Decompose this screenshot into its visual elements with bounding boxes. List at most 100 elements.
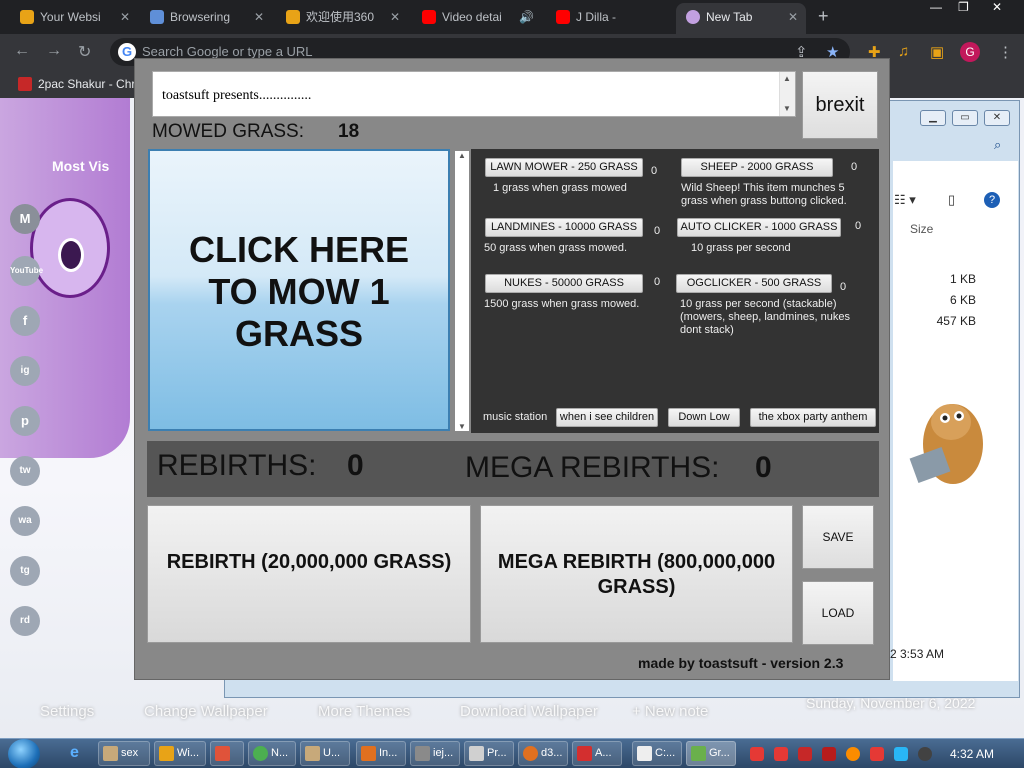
buy-lawn-mower-button[interactable]: LAWN MOWER - 250 GRASS [485,158,643,177]
clock[interactable]: 4:32 AM [950,747,994,761]
taskbar-item[interactable]: iej... [410,741,460,766]
browser-tab-1[interactable]: Your Websi ✕ [10,3,138,34]
app-icon [415,746,430,761]
taskbar-item[interactable]: A... [572,741,622,766]
bookmark-item[interactable]: 2pac Shakur - Chro [18,77,142,91]
close-icon[interactable]: ✕ [120,3,130,31]
scroll-up-icon[interactable]: ▲ [458,151,466,160]
twitter-icon[interactable]: tw [10,456,40,486]
whatsapp-icon[interactable]: wa [10,506,40,536]
rebirth-button[interactable]: REBIRTH (20,000,000 GRASS) [147,505,471,643]
buy-sheep-button[interactable]: SHEEP - 2000 GRASS [681,158,833,177]
menu-icon[interactable]: ⋮ [998,43,1013,61]
search-icon[interactable]: ⌕ [994,137,1001,153]
taskbar-item-active[interactable]: Gr... [686,741,736,766]
taskbar-item[interactable]: Wi... [154,741,206,766]
change-wallpaper-link[interactable]: Change Wallpaper [144,703,268,720]
more-themes-link[interactable]: More Themes [318,703,410,720]
taskbar-item[interactable]: N... [248,741,296,766]
close-icon[interactable]: ✕ [390,3,400,31]
speaker-icon[interactable]: 🔊 [519,3,534,31]
tray-flag-icon[interactable] [870,747,884,761]
help-icon[interactable]: ? [984,192,1000,208]
facebook-icon[interactable]: f [10,306,40,336]
save-button[interactable]: SAVE [802,505,874,569]
folder-icon [103,746,118,761]
mega-rebirths-label: MEGA REBIRTHS: [465,451,720,484]
buy-nukes-button[interactable]: NUKES - 50000 GRASS [485,274,643,293]
taskbar-item[interactable]: C:... [632,741,682,766]
reload-icon[interactable]: ↻ [78,42,91,62]
youtube-icon[interactable]: YouTube [10,256,43,286]
reddit-icon[interactable]: rd [10,606,40,636]
close-icon[interactable]: ✕ [788,3,798,31]
rebirths-count: 0 [347,449,364,482]
taskbar-item[interactable]: U... [300,741,350,766]
restore-button[interactable]: ❐ [958,0,969,14]
scroll-down-icon[interactable]: ▼ [783,104,791,113]
pinterest-icon[interactable]: p [10,406,40,436]
view-options-icon[interactable]: ☷ ▾ [894,192,916,208]
landmines-count: 0 [654,225,661,237]
rebirth-button-label: REBIRTH (20,000,000 GRASS) [166,551,452,573]
new-tab-button[interactable]: + [818,6,829,27]
start-button[interactable] [8,739,40,768]
tray-network-icon[interactable] [894,747,908,761]
side-panel-icon[interactable]: ▣ [930,43,944,61]
forward-arrow-icon[interactable]: → [46,42,62,60]
buy-landmines-button[interactable]: LANDMINES - 10000 GRASS [485,218,643,237]
scroll-down-icon[interactable]: ▼ [458,422,466,431]
buy-auto-clicker-button[interactable]: AUTO CLICKER - 1000 GRASS [677,218,841,237]
presents-textbox[interactable]: toastsuft presents............... ▲ ▼ [152,71,796,117]
preview-pane-icon[interactable]: ▯ [948,192,955,208]
close-icon[interactable]: ✕ [254,3,264,31]
explorer-minimize-button[interactable]: ▁ [920,110,946,126]
mow-grass-button[interactable]: CLICK HERE TO MOW 1 GRASS [148,149,450,431]
search-app-icon [523,746,538,761]
browser-tab-4[interactable]: Video detai 🔊 [412,3,542,34]
new-note-link[interactable]: + New note [632,703,708,720]
download-wallpaper-link[interactable]: Download Wallpaper [460,703,598,720]
browser-tab-new-tab[interactable]: New Tab ✕ [676,3,806,34]
minimize-button[interactable]: — [930,0,942,14]
taskbar-item[interactable]: d3... [518,741,568,766]
explorer-maximize-button[interactable]: ▭ [952,110,978,126]
taskbar-item[interactable]: In... [356,741,406,766]
play-when-i-see-children-button[interactable]: when i see children [556,408,658,427]
browser-tab-5[interactable]: J Dilla - [546,3,672,34]
close-window-button[interactable]: ✕ [992,0,1002,14]
tray-app-icon[interactable] [798,747,812,761]
telegram-icon[interactable]: tg [10,556,40,586]
profile-avatar[interactable]: G [960,42,980,62]
browser-tab-3[interactable]: 欢迎使用360 ✕ [276,3,408,34]
media-icon[interactable]: ♫ [898,43,909,60]
settings-link[interactable]: Settings [40,703,94,720]
mega-rebirth-button[interactable]: MEGA REBIRTH (800,000,000 GRASS) [480,505,793,643]
play-down-low-button[interactable]: Down Low [668,408,740,427]
taskbar-item-label: A... [595,747,612,759]
load-button[interactable]: LOAD [802,581,874,645]
size-column-header[interactable]: Size [910,222,933,236]
tray-app-icon[interactable] [774,747,788,761]
tray-volume-icon[interactable] [918,747,932,761]
play-xbox-party-anthem-button[interactable]: the xbox party anthem [750,408,876,427]
tray-app-icon[interactable] [822,747,836,761]
textbox-scrollbar[interactable]: ▲ ▼ [779,72,795,116]
taskbar-item[interactable]: Pr... [464,741,514,766]
taskbar-item[interactable]: sex [98,741,150,766]
back-arrow-icon[interactable]: ← [14,42,30,60]
scroll-up-icon[interactable]: ▲ [783,74,791,83]
gmail-icon[interactable]: M [10,204,40,234]
brexit-button[interactable]: brexit [802,71,878,139]
explorer-close-button[interactable]: ✕ [984,110,1010,126]
taskbar-item[interactable] [210,741,244,766]
tray-app-icon[interactable] [846,747,860,761]
mow-scrollbar[interactable]: ▲ ▼ [455,151,469,431]
landmines-description: 50 grass when grass mowed. [484,242,628,254]
buy-ogclicker-button[interactable]: OGCLICKER - 500 GRASS [676,274,832,293]
browser-tab-2[interactable]: Browsering ✕ [140,3,272,34]
instagram-icon[interactable]: ig [10,356,40,386]
sheep-count: 0 [851,161,858,173]
tray-app-icon[interactable] [750,747,764,761]
internet-explorer-icon[interactable]: e [70,744,79,762]
